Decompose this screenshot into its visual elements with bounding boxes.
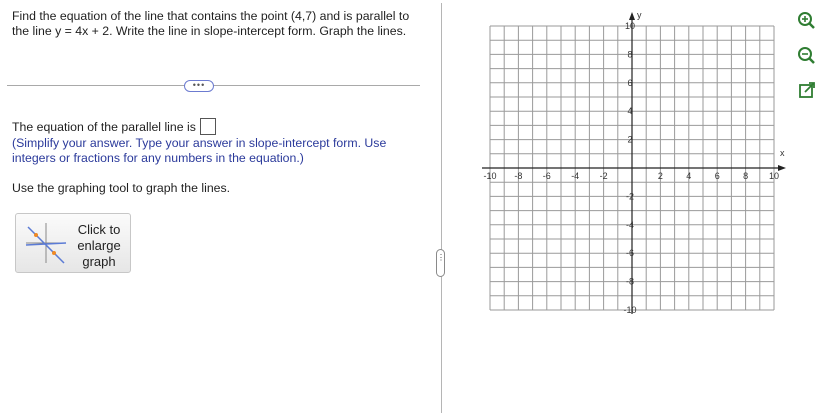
show-more-button[interactable]: ••• [184,80,214,92]
x-tick-label: 4 [686,171,691,181]
x-tick-label: -10 [483,171,496,181]
answer-line: The equation of the parallel line is [12,118,216,135]
question-text: Find the equation of the line that conta… [12,9,410,38]
answer-hint: (Simplify your answer. Type your answer … [12,136,387,165]
y-tick-label: -8 [626,277,634,287]
x-tick-label: 2 [658,171,663,181]
answer-input[interactable] [199,118,216,135]
graph-thumbnail-icon [25,223,67,264]
coordinate-graph[interactable]: xy -10 -8 -6 -4 -2 2 4 6 8 10108642-2-4-6-8-10 [470,8,790,333]
answer-prompt: The equation of the parallel line is [12,119,196,134]
y-axis-label: y [637,10,642,20]
zoom-in-icon[interactable] [794,9,820,31]
panel-resize-handle[interactable]: ⋮ [436,249,445,277]
panel-divider [441,3,442,413]
y-tick-label: -2 [626,191,634,201]
x-tick-label: 10 [769,171,779,181]
y-tick-label: 8 [627,49,632,59]
enlarge-graph-button[interactable]: Click to enlarge graph [15,213,131,273]
y-tick-label: 4 [627,106,632,116]
x-tick-label: -4 [571,171,579,181]
y-tick-label: -10 [623,305,636,315]
y-tick-label: -4 [626,220,634,230]
x-tick-label: 8 [743,171,748,181]
y-tick-label: 2 [627,135,632,145]
x-axis-arrow [778,165,786,171]
x-tick-label: 6 [715,171,720,181]
new-window-icon[interactable] [794,80,820,102]
y-tick-label: -6 [626,248,634,258]
x-tick-label: -6 [543,171,551,181]
x-tick-label: -2 [600,171,608,181]
x-axis-label: x [780,148,785,158]
zoom-out-icon[interactable] [794,44,820,66]
enlarge-button-label: Click to enlarge graph [77,222,121,269]
y-axis-arrow [629,12,635,20]
axes: xy [482,10,786,314]
y-tick-label: 10 [625,21,635,31]
y-tick-label: 6 [627,78,632,88]
x-tick-label: -8 [514,171,522,181]
graph-instruction: Use the graphing tool to graph the lines… [12,181,231,195]
